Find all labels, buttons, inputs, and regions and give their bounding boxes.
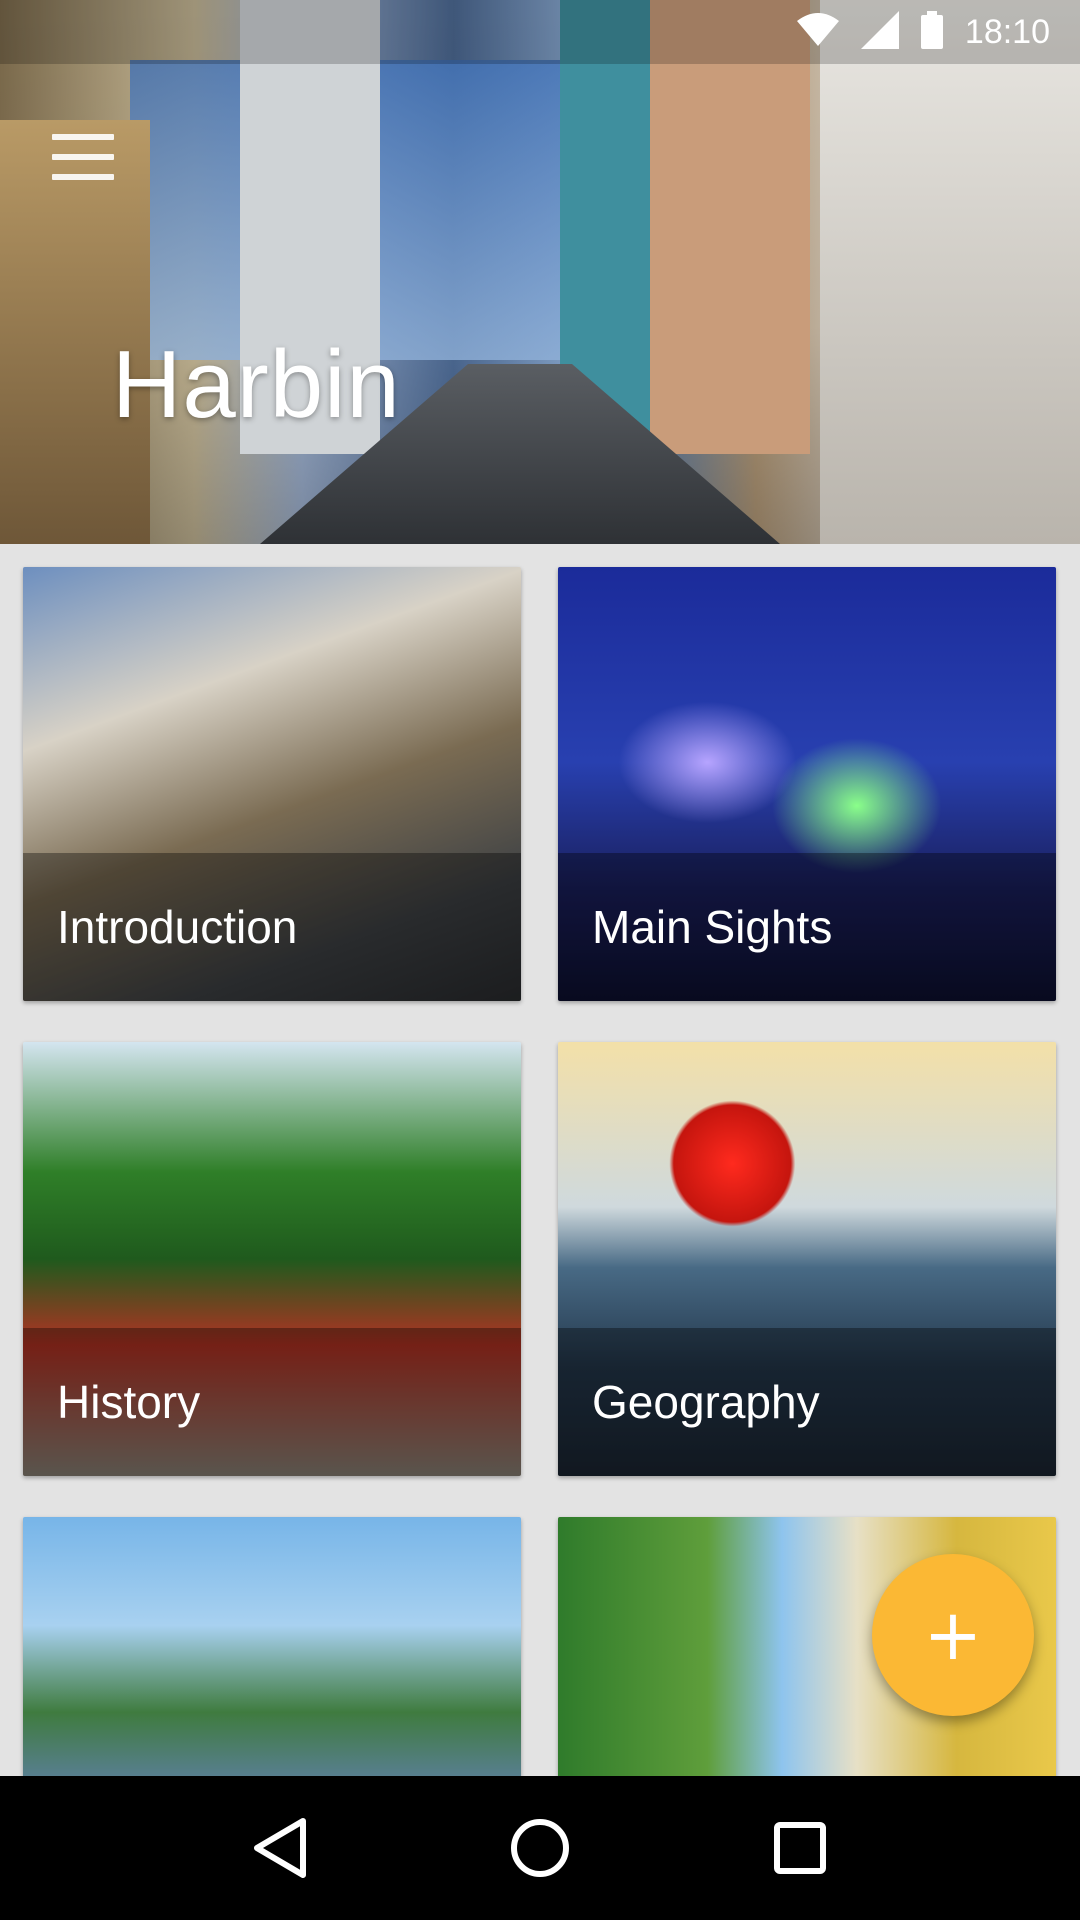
hamburger-menu-icon[interactable] (52, 134, 114, 180)
card-geography[interactable]: Geography (558, 1042, 1056, 1476)
recents-icon[interactable] (755, 1803, 845, 1893)
card-label: History (23, 1328, 521, 1476)
header-image: 18:10 Harbin (0, 0, 1080, 544)
card-label: Main Sights (558, 853, 1056, 1001)
card-history[interactable]: History (23, 1042, 521, 1476)
tower-decoration (650, 0, 810, 454)
navigation-bar (0, 1776, 1080, 1920)
right-building-decoration (820, 0, 1080, 544)
status-time: 18:10 (964, 12, 1050, 51)
card-river-view[interactable] (23, 1517, 521, 1776)
card-label: Geography (558, 1328, 1056, 1476)
card-label: Introduction (23, 853, 521, 1001)
menu-line (52, 134, 114, 140)
home-icon[interactable] (495, 1803, 585, 1893)
cellular-signal-icon (860, 10, 899, 54)
menu-line (52, 174, 114, 180)
battery-icon (920, 10, 943, 54)
status-bar: 18:10 (0, 0, 1080, 64)
app-screen: 18:10 Harbin Introduction Main Sights Hi… (0, 0, 1080, 1920)
card-introduction[interactable]: Introduction (23, 567, 521, 1001)
page-title: Harbin (112, 331, 401, 438)
menu-line (52, 154, 114, 160)
wifi-icon (796, 12, 839, 52)
add-fab-button[interactable]: + (872, 1554, 1034, 1716)
back-icon[interactable] (235, 1803, 325, 1893)
plus-icon: + (923, 1594, 983, 1676)
card-main-sights[interactable]: Main Sights (558, 567, 1056, 1001)
